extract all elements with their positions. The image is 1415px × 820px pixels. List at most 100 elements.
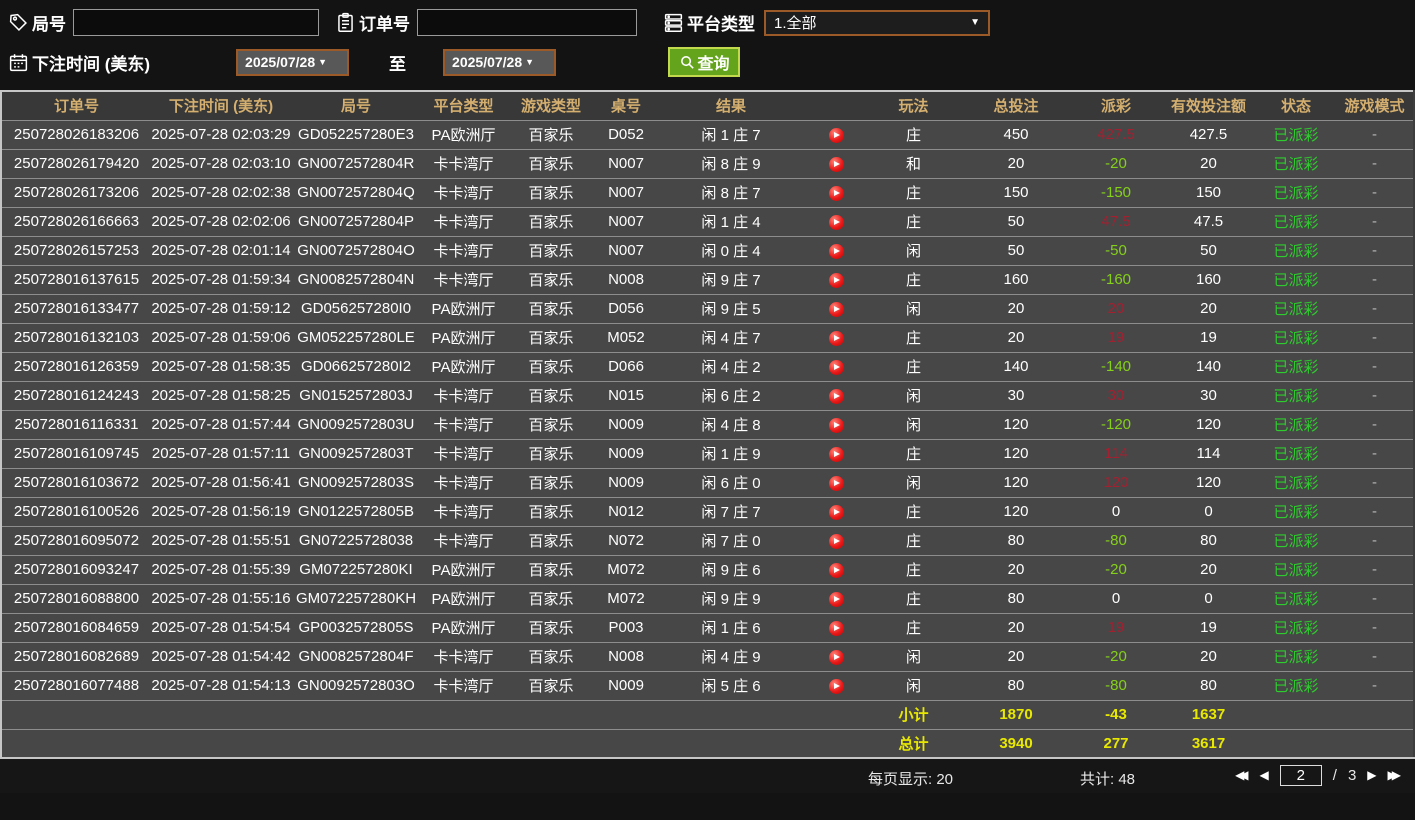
table-row: 250728016082689 2025-07-28 01:54:42 GN0082…: [1, 641, 1414, 671]
play-video-icon[interactable]: [828, 504, 844, 520]
search-button[interactable]: 查询: [668, 47, 741, 77]
order-no-input[interactable]: [417, 9, 637, 36]
next-page-button[interactable]: ▶: [1367, 764, 1376, 786]
total-row: 总计 3940 277 3617: [1, 728, 1414, 758]
cell-table-no: N008: [596, 641, 656, 671]
cell-video: [806, 467, 866, 497]
cell-status: 已派彩: [1256, 670, 1336, 700]
cell-bet-time: 2025-07-28 01:59:06: [151, 322, 291, 352]
cell-game-type: 百家乐: [506, 670, 596, 700]
play-video-icon[interactable]: [828, 620, 844, 636]
play-video-icon[interactable]: [828, 127, 844, 143]
page-input[interactable]: [1279, 764, 1322, 786]
cell-order-no: 250728026173206: [1, 177, 151, 207]
play-video-icon[interactable]: [828, 475, 844, 491]
column-header: 桌号: [596, 91, 656, 120]
cell-game-mode: -: [1336, 264, 1414, 294]
column-header: [806, 91, 866, 120]
cell-result: 闲 1 庄 7: [656, 119, 806, 149]
cell-valid-bet: 160: [1161, 264, 1256, 294]
chevron-down-icon: ▼: [318, 57, 328, 67]
game-no-input[interactable]: [73, 9, 319, 36]
date-from-picker[interactable]: 2025/07/28 ▼: [236, 48, 350, 76]
search-button-label: 查询: [697, 56, 730, 73]
summary-label: 总计: [866, 728, 961, 758]
cell-platform: PA欧洲厅: [421, 583, 506, 613]
cell-video: [806, 670, 866, 700]
cell-play-type: 庄: [866, 264, 961, 294]
cell-game-type: 百家乐: [506, 380, 596, 410]
play-video-icon[interactable]: [828, 301, 844, 317]
cell-video: [806, 119, 866, 149]
play-video-icon[interactable]: [828, 156, 844, 172]
cell-game-no: GN0072572804R: [291, 148, 421, 178]
play-video-icon[interactable]: [828, 678, 844, 694]
cell-status: 已派彩: [1256, 119, 1336, 149]
table-row: 250728016133477 2025-07-28 01:59:12 GD0562…: [1, 293, 1414, 323]
cell-bet-time: 2025-07-28 01:58:25: [151, 380, 291, 410]
cell-bet-time: 2025-07-28 01:58:35: [151, 351, 291, 381]
cell-valid-bet: 80: [1161, 670, 1256, 700]
summary-blank: [1256, 728, 1336, 758]
cell-status: 已派彩: [1256, 409, 1336, 439]
cell-table-no: D052: [596, 119, 656, 149]
cell-game-type: 百家乐: [506, 264, 596, 294]
cell-total-bet: 50: [961, 235, 1071, 265]
cell-video: [806, 177, 866, 207]
cell-table-no: N015: [596, 380, 656, 410]
cell-game-type: 百家乐: [506, 554, 596, 584]
cell-valid-bet: 120: [1161, 467, 1256, 497]
cell-total-bet: 80: [961, 525, 1071, 555]
cell-play-type: 庄: [866, 351, 961, 381]
cell-game-type: 百家乐: [506, 177, 596, 207]
play-video-icon[interactable]: [828, 388, 844, 404]
play-video-icon[interactable]: [828, 214, 844, 230]
cell-status: 已派彩: [1256, 496, 1336, 526]
play-video-icon[interactable]: [828, 272, 844, 288]
cell-total-bet: 160: [961, 264, 1071, 294]
prev-page-button[interactable]: ◀: [1260, 764, 1269, 786]
play-video-icon[interactable]: [828, 417, 844, 433]
play-video-icon[interactable]: [828, 185, 844, 201]
play-video-icon[interactable]: [828, 446, 844, 462]
cell-valid-bet: 0: [1161, 496, 1256, 526]
play-video-icon[interactable]: [828, 562, 844, 578]
platform-type-label: 平台类型: [687, 15, 755, 34]
cell-game-no: GP0032572805S: [291, 612, 421, 642]
cell-platform: 卡卡湾厅: [421, 641, 506, 671]
play-video-icon[interactable]: [828, 591, 844, 607]
cell-result: 闲 9 庄 5: [656, 293, 806, 323]
play-video-icon[interactable]: [828, 359, 844, 375]
cell-bet-time: 2025-07-28 01:56:19: [151, 496, 291, 526]
cell-bet-time: 2025-07-28 01:54:13: [151, 670, 291, 700]
play-video-icon[interactable]: [828, 649, 844, 665]
cell-bet-time: 2025-07-28 01:57:44: [151, 409, 291, 439]
cell-order-no: 250728016116331: [1, 409, 151, 439]
play-video-icon[interactable]: [828, 243, 844, 259]
date-to-picker[interactable]: 2025/07/28 ▼: [443, 48, 557, 76]
first-page-button[interactable]: ◀◀: [1235, 764, 1249, 786]
cell-video: [806, 148, 866, 178]
last-page-button[interactable]: ▶▶: [1388, 764, 1402, 786]
cell-table-no: N009: [596, 670, 656, 700]
cell-video: [806, 264, 866, 294]
cell-status: 已派彩: [1256, 380, 1336, 410]
cell-result: 闲 1 庄 9: [656, 438, 806, 468]
column-header: 玩法: [866, 91, 961, 120]
cell-play-type: 庄: [866, 119, 961, 149]
cell-total-bet: 80: [961, 583, 1071, 613]
cell-result: 闲 5 庄 6: [656, 670, 806, 700]
column-header: 平台类型: [421, 91, 506, 120]
cell-game-type: 百家乐: [506, 119, 596, 149]
cell-game-type: 百家乐: [506, 438, 596, 468]
cell-platform: PA欧洲厅: [421, 351, 506, 381]
cell-game-mode: -: [1336, 206, 1414, 236]
cell-order-no: 250728016093247: [1, 554, 151, 584]
play-video-icon[interactable]: [828, 533, 844, 549]
play-video-icon[interactable]: [828, 330, 844, 346]
cell-game-mode: -: [1336, 177, 1414, 207]
cell-play-type: 庄: [866, 525, 961, 555]
cell-platform: PA欧洲厅: [421, 119, 506, 149]
platform-type-select[interactable]: 1.全部 ▼: [764, 9, 990, 36]
cell-game-no: GN0092572803O: [291, 670, 421, 700]
